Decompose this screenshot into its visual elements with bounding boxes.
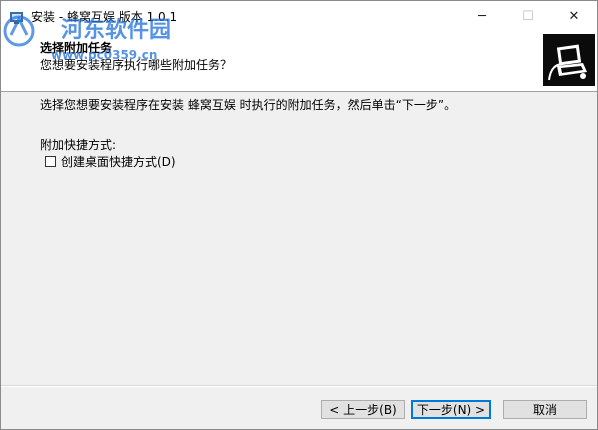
cancel-button-label: 取消 [532, 403, 557, 417]
title-bar[interactable]: 安装 - 蜂窝互娱 版本 1.0.1 ─ ☐ ✕ [1, 1, 597, 32]
maximize-button[interactable]: ☐ [505, 1, 551, 32]
maximize-icon: ☐ [522, 9, 534, 24]
desktop-shortcut-label[interactable]: 创建桌面快捷方式(D) [61, 153, 176, 170]
computer-install-icon [543, 34, 595, 86]
back-button[interactable]: < 上一步(B) [321, 400, 405, 419]
wizard-header: 选择附加任务 您想要安装程序执行哪些附加任务？ [1, 32, 597, 92]
close-button[interactable]: ✕ [551, 1, 597, 32]
footer-divider-highlight [1, 386, 597, 387]
next-button-label: 下一步(N) > [416, 403, 486, 417]
installer-window: 安装 - 蜂窝互娱 版本 1.0.1 ─ ☐ ✕ 选择附加任务 您想要安装程序执… [0, 0, 598, 430]
instruction-text: 选择您想要安装程序在安装 蜂窝互娱 时执行的附加任务，然后单击“下一步”。 [40, 98, 457, 112]
desktop-shortcut-checkbox[interactable] [45, 156, 56, 167]
minimize-icon: ─ [478, 9, 486, 24]
cancel-button[interactable]: 取消 [503, 400, 587, 419]
wizard-content: 选择您想要安装程序在安装 蜂窝互娱 时执行的附加任务，然后单击“下一步”。 附加… [1, 92, 597, 382]
window-title: 安装 - 蜂窝互娱 版本 1.0.1 [31, 10, 178, 24]
page-subtitle: 您想要安装程序执行哪些附加任务？ [40, 58, 233, 72]
app-icon [10, 12, 23, 24]
page-title: 选择附加任务 [40, 41, 113, 55]
shortcut-group-label: 附加快捷方式: [40, 138, 117, 152]
close-icon: ✕ [568, 9, 580, 24]
back-button-label: < 上一步(B) [329, 403, 397, 417]
minimize-button[interactable]: ─ [459, 1, 505, 32]
desktop-shortcut-option[interactable]: 创建桌面快捷方式(D) [45, 153, 176, 170]
next-button[interactable]: 下一步(N) > [411, 400, 491, 419]
